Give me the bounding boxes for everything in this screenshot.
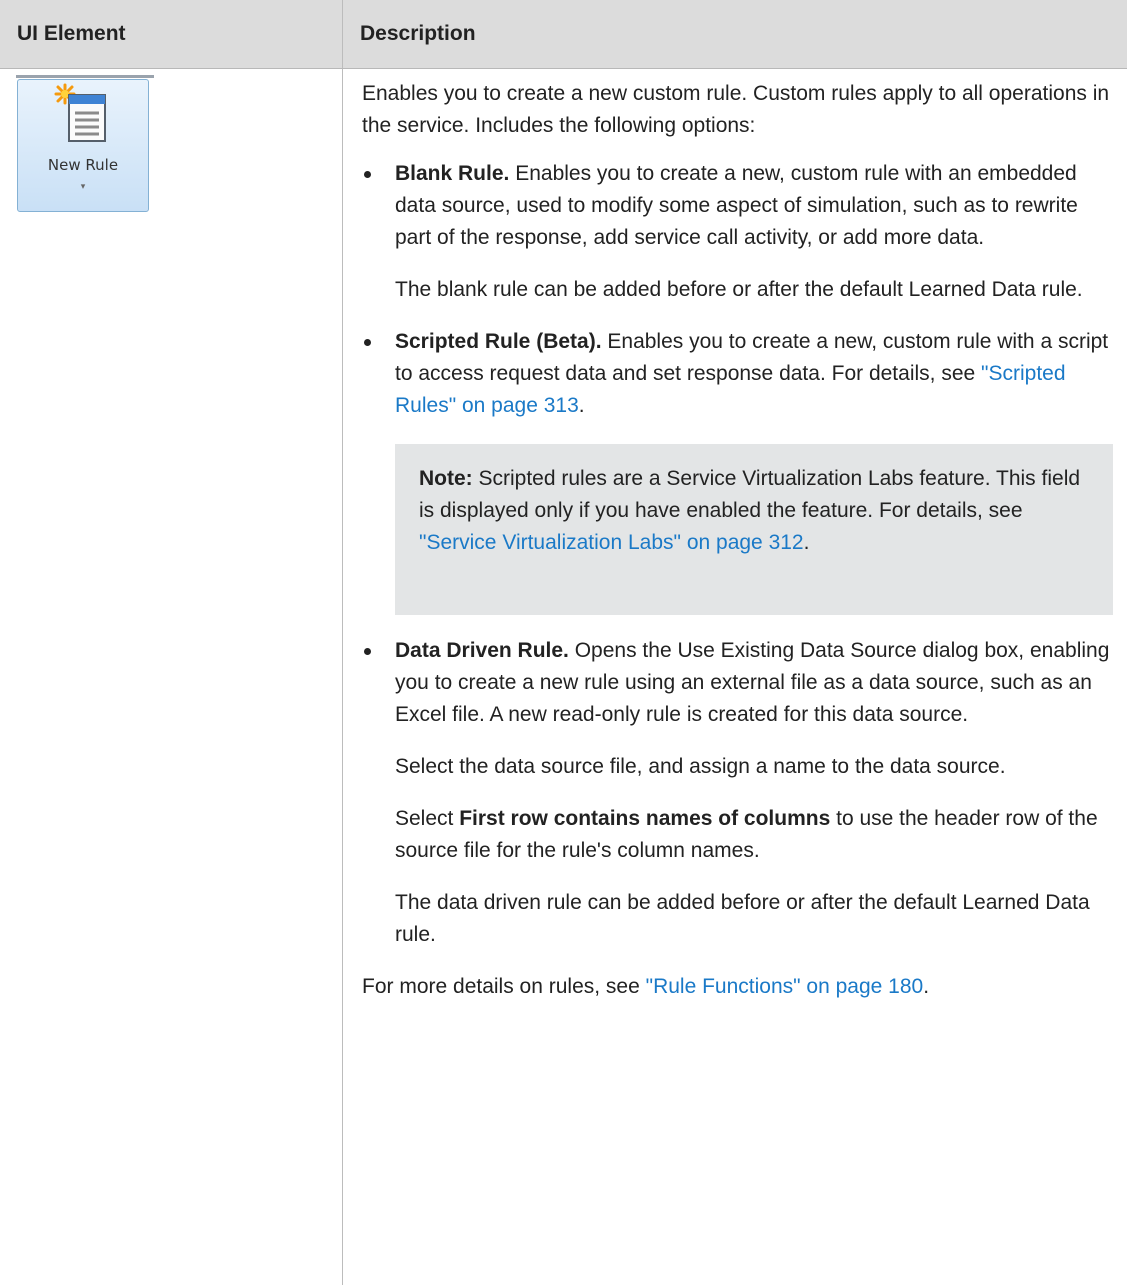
rule-functions-link[interactable]: "Rule Functions" on page 180 — [646, 975, 924, 998]
data-driven-select: Select the data source file, and assign … — [395, 755, 1006, 778]
sv-labs-link[interactable]: "Service Virtualization Labs" on page 31… — [419, 531, 804, 554]
blank-rule-note: The blank rule can be added before or af… — [395, 278, 1083, 301]
ui-element-cell: New Rule ▾ — [0, 68, 343, 1285]
list-item-scripted-rule: Scripted Rule (Beta). Enables you to cre… — [362, 326, 1113, 615]
blank-rule-title: Blank Rule. — [395, 162, 510, 185]
table-header-row: UI Element Description — [0, 0, 1127, 69]
footer-period: . — [923, 975, 930, 998]
dropdown-arrow-icon[interactable]: ▾ — [18, 181, 148, 192]
footer-pre: For more details on rules, see — [362, 975, 646, 998]
new-rule-label: New Rule — [47, 156, 119, 174]
table-row: New Rule ▾ Enables you to create a new c… — [0, 68, 1127, 1285]
list-item-blank-rule: Blank Rule. Enables you to create a new,… — [362, 158, 1113, 306]
scripted-rule-period: . — [578, 394, 585, 417]
list-item-data-driven-rule: Data Driven Rule. Opens the Use Existing… — [362, 635, 1113, 951]
description-cell: Enables you to create a new custom rule.… — [343, 69, 1127, 1285]
intro-text: Enables you to create a new custom rule.… — [362, 82, 1110, 137]
new-rule-icon — [54, 83, 106, 142]
note-box: Note: Scripted rules are a Service Virtu… — [395, 444, 1113, 615]
new-rule-button[interactable]: New Rule ▾ — [16, 75, 154, 212]
ui-element-table: UI Element Description New Rule ▾ Enable… — [0, 0, 1127, 1285]
footer-text: For more details on rules, see "Rule Fun… — [362, 971, 1113, 1003]
data-driven-title: Data Driven Rule. — [395, 639, 569, 662]
note-text: Scripted rules are a Service Virtualizat… — [419, 467, 1081, 522]
note-period: . — [803, 531, 810, 554]
options-list: Blank Rule. Enables you to create a new,… — [362, 158, 1113, 951]
ui-element-header: UI Element — [0, 0, 343, 69]
data-driven-note: The data driven rule can be added before… — [395, 891, 1090, 946]
scripted-rule-title: Scripted Rule (Beta). — [395, 330, 602, 353]
description-header: Description — [342, 0, 1127, 69]
note-label: Note: — [419, 467, 473, 490]
first-row-pre: Select — [395, 807, 460, 830]
first-row-option: First row contains names of columns — [459, 807, 831, 830]
